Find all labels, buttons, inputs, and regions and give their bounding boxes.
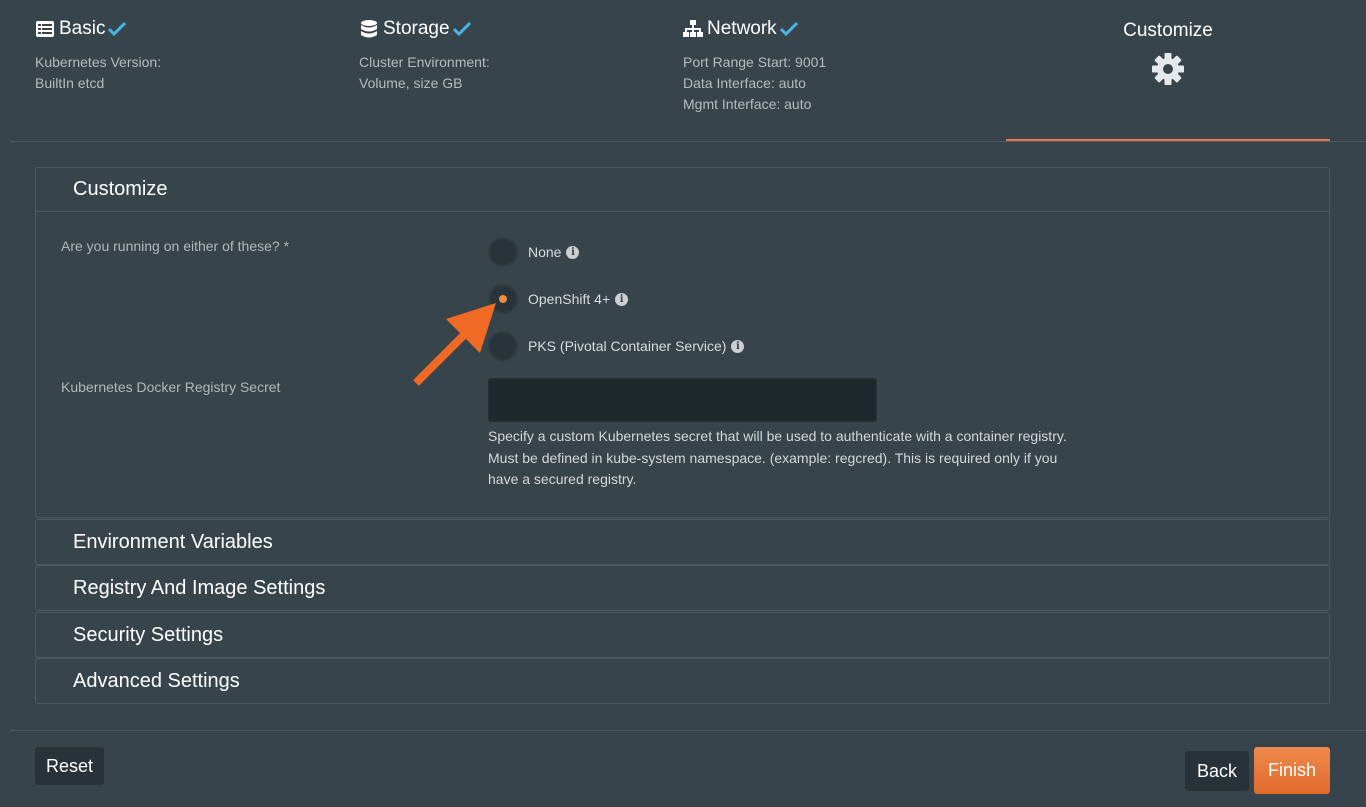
wizard-steps: Basic Kubernetes Version: BuiltIn etcd S… xyxy=(0,0,1366,142)
step-title: Storage xyxy=(383,18,450,39)
radio-option-pks[interactable]: PKS (Pivotal Container Service) i xyxy=(488,331,745,361)
step-detail: Port Range Start: 9001 xyxy=(683,54,827,70)
radio-label: PKS (Pivotal Container Service) xyxy=(528,338,727,354)
registry-secret-input[interactable] xyxy=(488,378,877,422)
panel-header[interactable]: Registry And Image Settings xyxy=(36,566,1329,610)
radio-option-none[interactable]: None i xyxy=(488,237,580,267)
step-detail: Kubernetes Version: xyxy=(35,54,162,70)
step-network[interactable]: Network Port Range Start: 9001 Data Inte… xyxy=(683,16,826,115)
step-title: Customize xyxy=(1123,20,1213,41)
radio-label: OpenShift 4+ xyxy=(528,291,611,307)
panel-header[interactable]: Advanced Settings xyxy=(36,659,1329,703)
registry-image-settings-panel[interactable]: Registry And Image Settings xyxy=(35,565,1330,611)
step-title: Network xyxy=(707,18,777,39)
advanced-settings-panel[interactable]: Advanced Settings xyxy=(35,658,1330,704)
panel-header[interactable]: Environment Variables xyxy=(36,520,1329,564)
step-customize[interactable]: Customize xyxy=(1006,0,1330,142)
platform-question-label: Are you running on either of these? * xyxy=(61,238,290,254)
panel-header[interactable]: Security Settings xyxy=(36,613,1329,657)
check-icon xyxy=(452,19,473,39)
sitemap-icon xyxy=(683,19,703,39)
info-icon[interactable]: i xyxy=(615,292,629,306)
database-icon xyxy=(359,19,379,39)
environment-variables-panel[interactable]: Environment Variables xyxy=(35,519,1330,565)
footer-divider xyxy=(10,730,1366,731)
header-divider xyxy=(10,141,1366,142)
step-detail: Data Interface: auto xyxy=(683,75,806,91)
security-settings-panel[interactable]: Security Settings xyxy=(35,612,1330,658)
step-basic[interactable]: Basic Kubernetes Version: BuiltIn etcd xyxy=(35,16,161,94)
step-storage[interactable]: Storage Cluster Environment: Volume, siz… xyxy=(359,16,490,94)
customize-panel: Customize Are you running on either of t… xyxy=(35,167,1330,518)
registry-secret-help: Specify a custom Kubernetes secret that … xyxy=(488,428,1067,487)
radio-button[interactable] xyxy=(488,237,518,267)
annotation-arrow-icon xyxy=(413,303,496,386)
info-icon[interactable]: i xyxy=(566,245,580,259)
customize-panel-header[interactable]: Customize xyxy=(36,168,1329,212)
step-detail: Mgmt Interface: auto xyxy=(683,96,812,112)
step-detail: BuiltIn etcd xyxy=(35,75,105,91)
registry-secret-label: Kubernetes Docker Registry Secret xyxy=(61,379,281,395)
gear-icon xyxy=(1006,52,1330,86)
step-detail: Volume, size GB xyxy=(359,75,463,91)
back-button[interactable]: Back xyxy=(1185,751,1249,791)
step-detail: Cluster Environment: xyxy=(359,54,490,70)
reset-button[interactable]: Reset xyxy=(35,747,104,785)
info-icon[interactable]: i xyxy=(731,339,745,353)
check-icon xyxy=(779,19,800,39)
check-icon xyxy=(108,19,128,39)
list-icon xyxy=(35,19,55,39)
finish-button[interactable]: Finish xyxy=(1254,747,1330,794)
radio-label: None xyxy=(528,244,562,260)
step-title: Basic xyxy=(59,18,106,39)
